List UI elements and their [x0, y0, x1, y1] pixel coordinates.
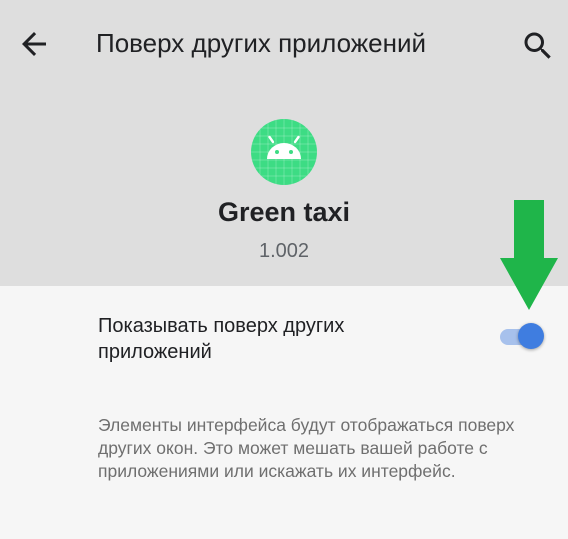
arrow-back-icon[interactable] [16, 26, 52, 62]
app-overlay-settings-screen: Поверх других приложений Green taxi 1.00… [0, 0, 568, 539]
overlay-permission-setting[interactable]: Показывать поверх других приложений [0, 290, 568, 385]
overlay-toggle-switch[interactable] [496, 320, 548, 352]
app-name: Green taxi [217, 197, 351, 227]
permission-description: Элементы интерфейса будут отображаться п… [98, 415, 515, 481]
setting-label: Показывать поверх других приложений [98, 315, 345, 363]
app-header-section: Поверх других приложений Green taxi 1.00… [0, 0, 568, 286]
app-version: 1.002 [258, 240, 310, 262]
page-title: Поверх других приложений [96, 28, 427, 58]
toggle-thumb [518, 323, 544, 349]
android-icon [251, 119, 317, 185]
arrow-down-icon [500, 200, 558, 310]
search-icon[interactable] [520, 28, 556, 64]
